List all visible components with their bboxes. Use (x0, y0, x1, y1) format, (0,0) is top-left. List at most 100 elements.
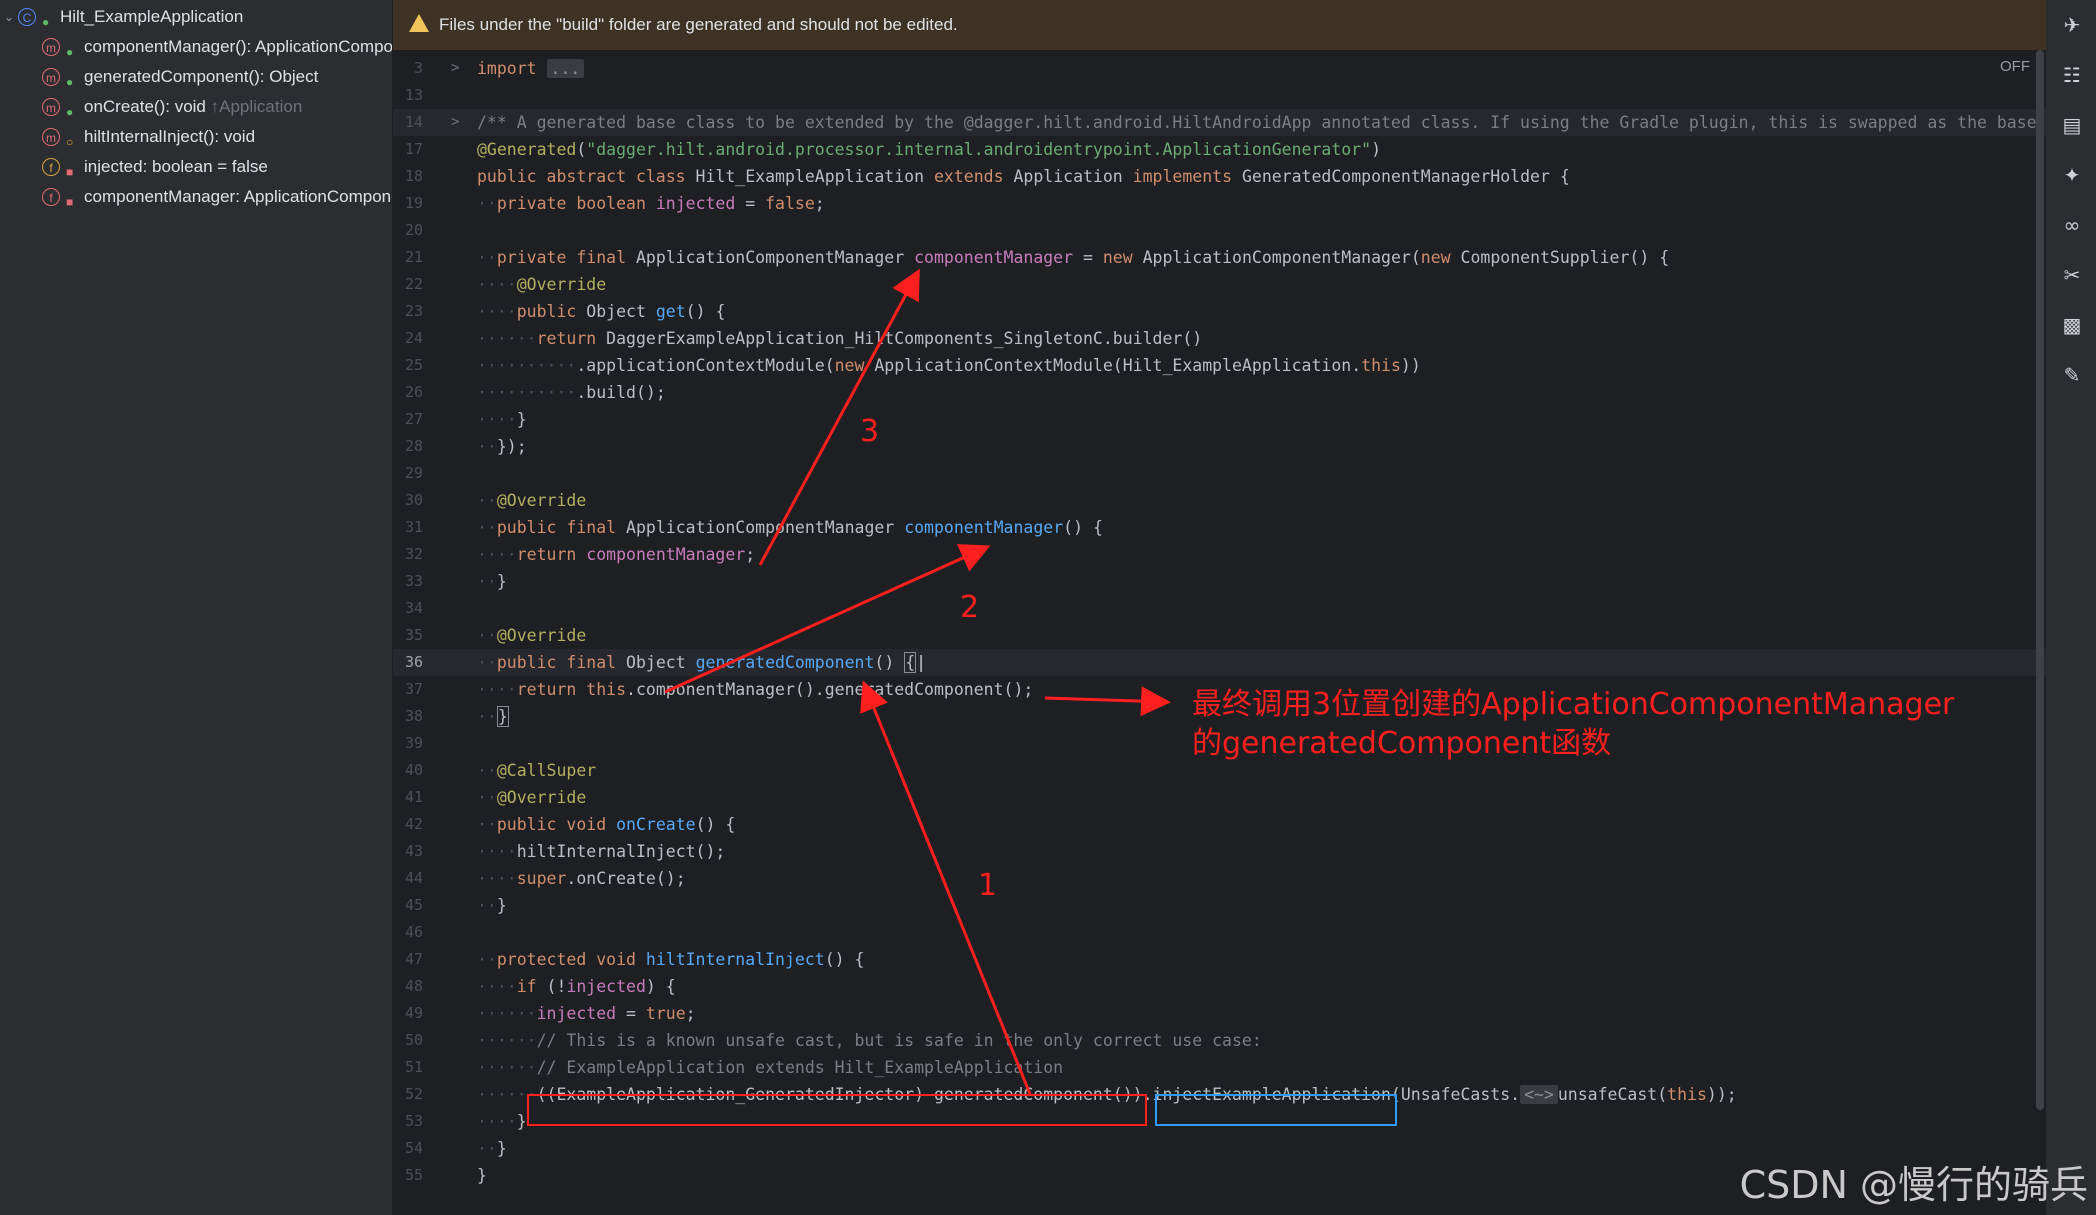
line-number: 19 (404, 194, 423, 212)
code-line[interactable]: 30 ··@Override (393, 487, 2046, 514)
line-number: 51 (404, 1058, 423, 1076)
code-line[interactable]: 22 ····@Override (393, 271, 2046, 298)
fold-chevron-icon[interactable]: > (451, 109, 459, 136)
line-number: 47 (404, 950, 423, 968)
code-line[interactable]: 53 ····} (393, 1108, 2046, 1135)
line-number: 38 (404, 707, 423, 725)
pencil-icon[interactable]: ✎ (2061, 364, 2083, 386)
structure-item[interactable]: m ● onCreate(): void ↑Application (0, 92, 392, 122)
line-number: 27 (404, 410, 423, 428)
line-number: 48 (404, 977, 423, 995)
line-number: 34 (404, 599, 423, 617)
line-number: 54 (404, 1139, 423, 1157)
code-line[interactable]: 28 ··}); (393, 433, 2046, 460)
code-line[interactable]: 21 ··private final ApplicationComponentMa… (393, 244, 2046, 271)
collapsed-imports[interactable]: ... (546, 59, 585, 78)
code-line[interactable]: 51 ······// ExampleApplication extends Hi… (393, 1054, 2046, 1081)
line-number: 25 (404, 356, 423, 374)
line-number: 30 (404, 491, 423, 509)
fold-chevron-icon[interactable]: > (451, 55, 459, 82)
line-number: 53 (404, 1112, 423, 1130)
chevron-down-icon[interactable]: ⌄ (4, 2, 16, 32)
banner-text: Files under the "build" folder are gener… (439, 15, 958, 34)
notifications-icon[interactable]: ✈ (2061, 14, 2083, 36)
watermark: CSDN @慢行的骑兵 (1739, 1163, 2088, 1207)
ai-assistant-icon[interactable]: ✦ (2061, 164, 2083, 186)
line-number: 35 (404, 626, 423, 644)
database-icon[interactable]: ☷ (2061, 64, 2083, 86)
code-line[interactable]: 26 ··········.build(); (393, 379, 2046, 406)
code-line[interactable]: 43 ····hiltInternalInject(); (393, 838, 2046, 865)
line-number: 55 (404, 1166, 423, 1184)
code-line[interactable]: 24 ······return DaggerExampleApplication_… (393, 325, 2046, 352)
code-line[interactable]: 44 ····super.onCreate(); (393, 865, 2046, 892)
link-icon[interactable]: ∞ (2061, 214, 2083, 236)
structure-item-label: injected: boolean = false (84, 157, 268, 176)
line-number: 29 (404, 464, 423, 482)
device-manager-icon[interactable]: ▩ (2061, 314, 2083, 336)
line-number: 3 (413, 59, 423, 77)
code-line[interactable]: 48 ····if (!injected) { (393, 973, 2046, 1000)
code-line-current[interactable]: 36 ··public final Object generatedCompone… (393, 649, 2046, 676)
code-line[interactable]: 14 > /** A generated base class to be exte… (393, 109, 2046, 136)
code-line[interactable]: 20 (393, 217, 2046, 244)
structure-item[interactable]: f ■ injected: boolean = false (0, 152, 392, 182)
code-line[interactable]: 50 ······// This is a known unsafe cast, … (393, 1027, 2046, 1054)
right-toolbar: ✈ ☷ ▤ ✦ ∞ ✂ ▩ ✎ (2046, 0, 2096, 1215)
doc-comment: /** A generated base class to be extende… (477, 113, 2037, 132)
code-line[interactable]: 39 (393, 730, 2046, 757)
line-number: 17 (404, 140, 423, 158)
code-line[interactable]: 42 ··public void onCreate() { (393, 811, 2046, 838)
line-number: 44 (404, 869, 423, 887)
code-line[interactable]: 18 public abstract class Hilt_ExampleAppl… (393, 163, 2046, 190)
collapsed-generic[interactable]: <~> (1520, 1085, 1558, 1104)
structure-item[interactable]: m ○ hiltInternalInject(): void (0, 122, 392, 152)
code-line[interactable]: 3 > import ... (393, 55, 2046, 82)
code-line[interactable]: 23 ····public Object get() { (393, 298, 2046, 325)
code-line[interactable]: 29 (393, 460, 2046, 487)
line-number: 45 (404, 896, 423, 914)
code-line[interactable]: 40 ··@CallSuper (393, 757, 2046, 784)
code-line[interactable]: 13 (393, 82, 2046, 109)
code-line[interactable]: 49 ······injected = true; (393, 1000, 2046, 1027)
tools-icon[interactable]: ✂ (2061, 264, 2083, 286)
code-line[interactable]: 33 ··} (393, 568, 2046, 595)
class-icon: C (18, 8, 36, 26)
code-line[interactable]: 38 ··} (393, 703, 2046, 730)
code-line[interactable]: 46 (393, 919, 2046, 946)
code-line[interactable]: 27 ····} (393, 406, 2046, 433)
line-number: 49 (404, 1004, 423, 1022)
structure-item[interactable]: m ● generatedComponent(): Object (0, 62, 392, 92)
method-icon: m (42, 128, 60, 146)
line-number: 18 (404, 167, 423, 185)
line-number: 50 (404, 1031, 423, 1049)
code-editor[interactable]: ! Files under the "build" folder are gen… (393, 0, 2046, 1215)
code-line[interactable]: 35 ··@Override (393, 622, 2046, 649)
code-line[interactable]: 34 (393, 595, 2046, 622)
line-number: 13 (404, 86, 423, 104)
line-number: 33 (404, 572, 423, 590)
code-line[interactable]: 41 ··@Override (393, 784, 2046, 811)
code-line[interactable]: 25 ··········.applicationContextModule(ne… (393, 352, 2046, 379)
structure-item[interactable]: f ■ componentManager: ApplicationCompone (0, 182, 392, 212)
code-line[interactable]: 32 ····return componentManager; (393, 541, 2046, 568)
structure-item-label: componentManager: ApplicationCompone (84, 187, 392, 206)
code-line[interactable]: 37 ····return this.componentManager().gen… (393, 676, 2046, 703)
line-number: 40 (404, 761, 423, 779)
code-line[interactable]: 31 ··public final ApplicationComponentMan… (393, 514, 2046, 541)
code-line[interactable]: 47 ··protected void hiltInternalInject() … (393, 946, 2046, 973)
line-number: 37 (404, 680, 423, 698)
method-icon: m (42, 98, 60, 116)
structure-item[interactable]: m ● componentManager(): ApplicationCompo (0, 32, 392, 62)
line-number: 39 (404, 734, 423, 752)
clipboard-icon[interactable]: ▤ (2061, 114, 2083, 136)
structure-item-label: componentManager(): ApplicationCompo (84, 37, 392, 56)
code-line[interactable]: 19 ··private boolean injected = false; (393, 190, 2046, 217)
code-line[interactable]: 17 @Generated("dagger.hilt.android.proces… (393, 136, 2046, 163)
vertical-scrollbar[interactable] (2036, 50, 2044, 1110)
field-icon: f (42, 188, 60, 206)
code-comment: // ExampleApplication extends Hilt_Examp… (536, 1058, 1064, 1077)
code-line[interactable]: 52 ······((ExampleApplication_GeneratedIn… (393, 1081, 2046, 1108)
code-line[interactable]: 45 ··} (393, 892, 2046, 919)
structure-root[interactable]: ⌄ C ● Hilt_ExampleApplication (0, 2, 392, 32)
